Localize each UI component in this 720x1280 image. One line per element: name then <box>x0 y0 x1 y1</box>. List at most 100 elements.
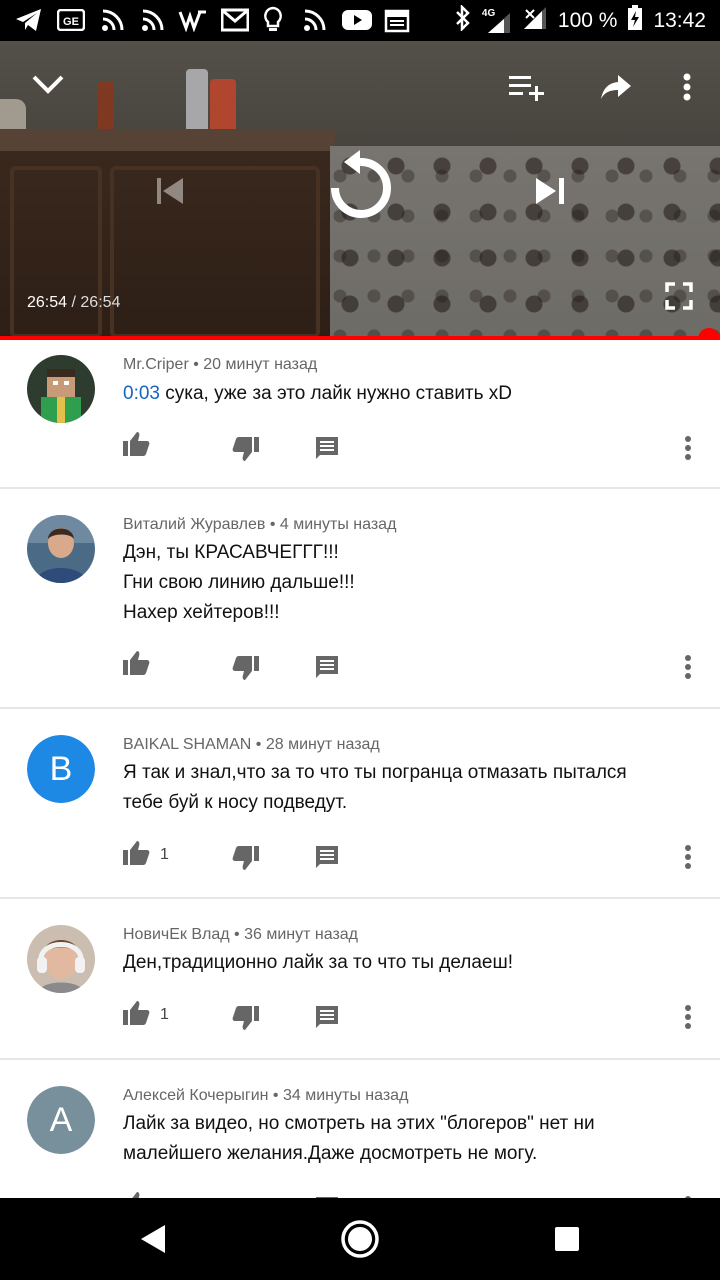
comment-item: A Алексей Кочерыгин • 34 минуты назад Ла… <box>0 1060 720 1198</box>
recents-icon <box>555 1227 579 1251</box>
comment-time: 36 минут назад <box>244 926 359 943</box>
duration: 26:54 <box>80 294 121 311</box>
thumb-up-icon <box>123 1001 150 1025</box>
comment-reply-icon <box>316 1006 338 1028</box>
meta-separator: • <box>229 926 245 943</box>
bluetooth-icon <box>454 3 472 37</box>
comment-text: 0:03 сука, уже за это лайк нужно ставить… <box>123 379 693 409</box>
comment-time: 4 минуты назад <box>279 516 397 533</box>
comment-author[interactable]: Mr.Criper <box>123 356 189 373</box>
avatar[interactable] <box>27 515 95 583</box>
thumb-down-icon <box>232 437 259 461</box>
comment-more-button[interactable] <box>684 654 692 680</box>
comment-author[interactable]: BAIKAL SHAMAN <box>123 736 251 753</box>
comment-author[interactable]: НовичЕк Влад <box>123 926 230 943</box>
share-arrow-icon <box>601 75 631 99</box>
reply-button[interactable] <box>315 845 339 869</box>
comment-meta: BAIKAL SHAMAN • 28 минут назад <box>123 736 380 754</box>
comment-more-button[interactable] <box>684 844 692 870</box>
comment-item: B BAIKAL SHAMAN • 28 минут назад Я так и… <box>0 709 720 899</box>
avatar[interactable]: B <box>27 735 95 803</box>
gmail-icon <box>220 6 250 34</box>
meta-separator: • <box>265 516 280 533</box>
more-vert-icon <box>685 1005 691 1029</box>
comments-list: Mr.Criper • 20 минут назад 0:03 сука, уж… <box>0 340 720 1198</box>
more-options-button[interactable] <box>670 65 704 109</box>
minimize-button[interactable] <box>26 63 70 107</box>
current-time: 26:54 <box>27 294 68 311</box>
like-button[interactable] <box>122 1191 150 1198</box>
rss-icon <box>138 6 168 34</box>
more-vert-icon <box>685 845 691 869</box>
signal-icon <box>522 6 548 36</box>
add-to-playlist-button[interactable] <box>504 65 548 109</box>
dislike-button[interactable] <box>232 845 260 871</box>
time-separator: / <box>67 294 81 311</box>
comment-author[interactable]: Алексей Кочерыгин <box>123 1087 268 1104</box>
comment-text: Я так и знал,что за то что ты погранца о… <box>123 758 693 818</box>
avatar[interactable] <box>27 925 95 993</box>
lightbulb-icon <box>258 6 288 34</box>
nav-home-button[interactable] <box>334 1214 386 1264</box>
skip-previous-icon <box>157 178 183 204</box>
replay-button[interactable] <box>320 143 400 233</box>
calendar-icon <box>382 6 412 34</box>
comment-text: Дэн, ты КРАСАВЧЕГГГ!!! Гни свою линию да… <box>123 538 693 628</box>
like-button[interactable] <box>122 840 150 866</box>
home-icon <box>341 1220 379 1258</box>
avatar-image <box>27 515 95 583</box>
comment-line: сука, уже за это лайк нужно ставить xD <box>159 383 513 404</box>
next-button[interactable] <box>526 167 574 215</box>
like-button[interactable] <box>122 1000 150 1026</box>
avatar[interactable] <box>27 355 95 423</box>
comment-line: Нахер хейтеров!!! <box>123 602 280 623</box>
signal-4g-icon: 4G <box>482 8 512 34</box>
thumb-up-icon <box>123 432 150 456</box>
reply-button[interactable] <box>315 655 339 679</box>
fullscreen-button[interactable] <box>660 277 698 315</box>
dislike-button[interactable] <box>232 655 260 681</box>
comment-line: Я так и знал,что за то что ты погранца о… <box>123 762 627 783</box>
back-icon <box>141 1225 165 1253</box>
comment-timestamp-link[interactable]: 0:03 <box>123 383 160 404</box>
video-player[interactable]: 26:54 / 26:54 <box>0 41 720 338</box>
like-button[interactable] <box>122 650 150 676</box>
meta-separator: • <box>251 736 266 753</box>
nav-back-button[interactable] <box>128 1216 178 1262</box>
vk-icon <box>178 6 208 34</box>
comment-item: Mr.Criper • 20 минут назад 0:03 сука, уж… <box>0 340 720 489</box>
comment-meta: Алексей Кочерыгин • 34 минуты назад <box>123 1087 408 1105</box>
comment-line: Гни свою линию дальше!!! <box>123 572 355 593</box>
ge-icon: GE <box>56 6 86 34</box>
rss-icon <box>300 6 330 34</box>
comment-time: 34 минуты назад <box>282 1087 409 1104</box>
comment-line: тебе буй к носу подведут. <box>123 792 348 813</box>
skip-next-icon <box>536 178 564 204</box>
comment-time: 20 минут назад <box>203 356 318 373</box>
comment-author[interactable]: Виталий Журавлев <box>123 516 265 533</box>
comment-text: Ден,традиционно лайк за то что ты делаеш… <box>123 948 693 978</box>
more-vert-icon <box>685 436 691 460</box>
share-button[interactable] <box>594 65 638 109</box>
comment-item: НовичЕк Влад • 36 минут назад Ден,традиц… <box>0 899 720 1060</box>
reply-button[interactable] <box>315 1005 339 1029</box>
previous-button[interactable] <box>146 167 194 215</box>
comment-line: Дэн, ты КРАСАВЧЕГГГ!!! <box>123 542 339 563</box>
avatar-image <box>27 925 95 993</box>
like-button[interactable] <box>122 431 150 457</box>
comment-more-button[interactable] <box>684 1004 692 1030</box>
dislike-button[interactable] <box>232 436 260 462</box>
dislike-button[interactable] <box>232 1005 260 1031</box>
chevron-down-icon <box>32 75 64 94</box>
meta-separator: • <box>268 1087 283 1104</box>
more-vert-icon <box>683 73 691 101</box>
comment-line: Ден,традиционно лайк за то что ты делаеш… <box>123 952 514 973</box>
comment-reply-icon <box>316 656 338 678</box>
nav-recents-button[interactable] <box>542 1216 592 1262</box>
comment-more-button[interactable] <box>684 435 692 461</box>
battery-icon <box>627 4 643 37</box>
avatar[interactable]: A <box>27 1086 95 1154</box>
replay-icon <box>331 150 391 218</box>
reply-button[interactable] <box>315 436 339 460</box>
youtube-icon <box>340 6 374 34</box>
